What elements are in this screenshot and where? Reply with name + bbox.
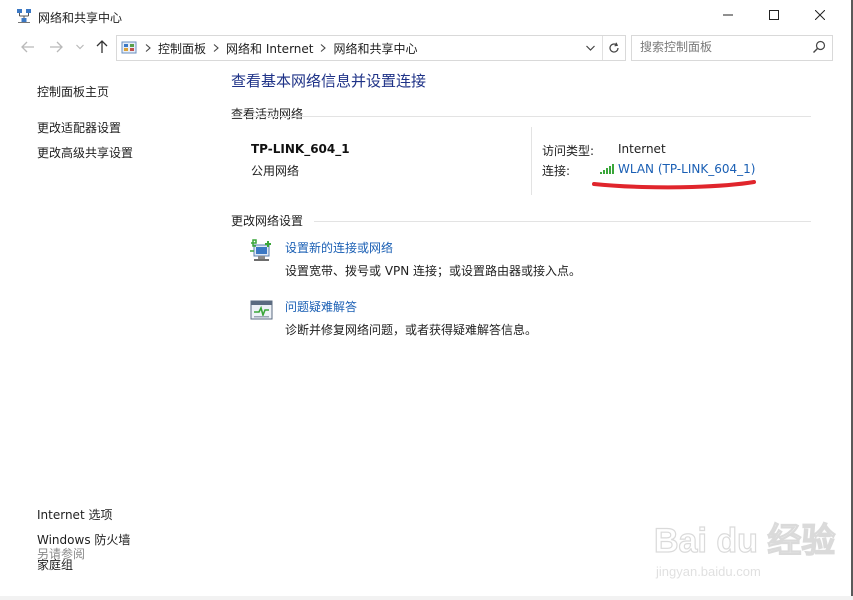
forward-button[interactable] [47,39,65,55]
change-advanced-sharing-link[interactable]: 更改高级共享设置 [37,144,133,161]
search-input[interactable] [632,36,810,58]
search-box[interactable] [631,35,833,61]
breadcrumb-network-internet[interactable]: 网络和 Internet [226,40,313,57]
arrow-right-icon [50,41,63,53]
window-bottom-edge [0,596,853,600]
chevron-right-icon [321,44,327,52]
active-networks-heading: 查看活动网络 [231,107,304,121]
change-settings-heading: 更改网络设置 [231,214,304,228]
chevron-down-icon [76,44,84,50]
maximize-icon [769,10,779,20]
navigation-bar: 控制面板 网络和 Internet 网络和共享中心 [0,31,853,64]
arrow-left-icon [21,41,34,53]
homegroup-link[interactable]: 家庭组 [37,556,73,573]
page-title: 查看基本网络信息并设置连接 [231,72,427,90]
baidu-watermark: Bai du 经验 jingyan.baidu.com [653,520,836,579]
chevron-down-icon [585,45,595,51]
access-type-label: 访问类型: [542,144,595,158]
chevron-right-icon [145,44,151,52]
wifi-signal-icon [600,164,614,174]
breadcrumb-control-panel[interactable]: 控制面板 [158,40,206,57]
breadcrumb-separator[interactable] [313,44,333,52]
up-button[interactable] [93,39,111,55]
section-divider [314,221,811,222]
network-type[interactable]: 公用网络 [251,162,299,179]
breadcrumb-separator[interactable] [206,44,226,52]
task-setup-connection: 设置新的连接或网络 设置宽带、拨号或 VPN 连接；或设置路由器或接入点。 [249,239,749,279]
refresh-button[interactable] [602,36,625,60]
window-title: 网络和共享中心 [38,11,123,25]
network-name: TP-LINK_604_1 [251,142,350,156]
red-annotation-underline [592,180,756,190]
chevron-right-icon [213,44,219,52]
recent-dropdown-button[interactable] [71,39,89,55]
watermark-brand: Bai du 经验 [654,521,835,560]
arrow-up-icon [96,40,108,53]
search-icon[interactable] [812,40,826,54]
setup-connection-icon [250,239,271,261]
troubleshoot-link[interactable]: 问题疑难解答 [285,298,357,315]
refresh-icon [609,42,619,53]
troubleshoot-description: 诊断并修复网络问题，或者获得疑难解答信息。 [285,323,538,337]
connection-label: 连接: [542,164,571,178]
change-adapter-settings-link[interactable]: 更改适配器设置 [37,119,121,136]
control-panel-icon [121,41,137,54]
title-bar: 网络和共享中心 [0,0,853,32]
wlan-connection[interactable]: WLAN (TP-LINK_604_1) [600,162,755,176]
minimize-button[interactable] [705,0,751,30]
wlan-connection-link[interactable]: WLAN (TP-LINK_604_1) [618,162,755,176]
setup-connection-link[interactable]: 设置新的连接或网络 [285,239,393,256]
breadcrumb-separator[interactable] [138,44,158,52]
watermark-url: jingyan.baidu.com [655,564,761,579]
access-type-value: Internet [618,142,666,156]
setup-connection-description: 设置宽带、拨号或 VPN 连接；或设置路由器或接入点。 [285,264,582,278]
left-nav-pane: 控制面板主页 更改适配器设置 更改高级共享设置 另请参阅 Internet 选项… [0,64,220,600]
address-bar[interactable]: 控制面板 网络和 Internet 网络和共享中心 [116,35,626,61]
address-dropdown-button[interactable] [581,39,599,57]
internet-options-link[interactable]: Internet 选项 [37,506,112,523]
close-button[interactable] [797,0,843,30]
network-center-icon [17,9,31,23]
close-icon [815,10,825,20]
control-panel-home-link[interactable]: 控制面板主页 [37,83,109,100]
back-button[interactable] [19,39,37,55]
section-divider [231,116,811,117]
troubleshoot-icon [250,300,273,320]
task-troubleshoot: 问题疑难解答 诊断并修复网络问题，或者获得疑难解答信息。 [249,298,749,338]
minimize-icon [723,14,733,16]
windows-firewall-link[interactable]: Windows 防火墙 [37,531,130,548]
breadcrumb-network-sharing-center[interactable]: 网络和共享中心 [333,40,417,57]
maximize-button[interactable] [751,0,797,30]
network-info-divider [531,127,532,195]
